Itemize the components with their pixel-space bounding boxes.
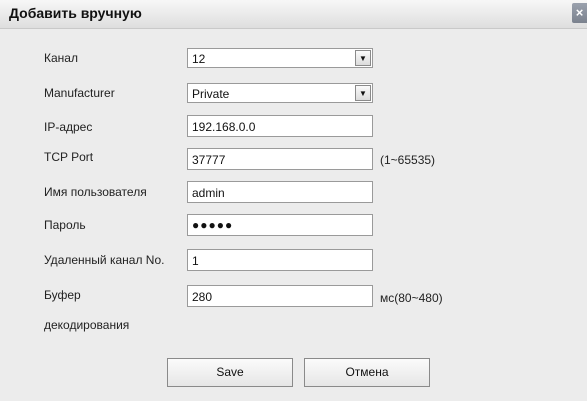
channel-select[interactable]: 12 ▼	[187, 48, 373, 68]
dialog-title: Добавить вручную	[9, 5, 142, 21]
channel-label: Канал	[44, 51, 78, 65]
password-field[interactable]: ●●●●●	[187, 214, 373, 236]
tcp-port-field[interactable]: 37777	[187, 148, 373, 170]
close-icon[interactable]: ×	[572, 3, 587, 23]
password-label: Пароль	[44, 218, 86, 232]
buffer-label-continued: декодирования	[44, 318, 130, 332]
chevron-down-icon[interactable]: ▼	[355, 85, 371, 101]
ip-field[interactable]: 192.168.0.0	[187, 115, 373, 137]
username-label: Имя пользователя	[44, 185, 147, 199]
cancel-button[interactable]: Отмена	[304, 358, 430, 387]
dialog-titlebar: Добавить вручную ×	[0, 0, 587, 29]
ip-label: IP-адрес	[44, 120, 93, 134]
save-button[interactable]: Save	[167, 358, 293, 387]
manufacturer-select-value: Private	[192, 87, 230, 101]
remote-channel-label: Удаленный канал No.	[44, 253, 165, 267]
manufacturer-select[interactable]: Private ▼	[187, 83, 373, 103]
tcp-port-range-hint: (1~65535)	[380, 153, 436, 167]
remote-channel-field[interactable]: 1	[187, 249, 373, 271]
buffer-field[interactable]: 280	[187, 285, 373, 307]
buffer-label: Буфер	[44, 288, 81, 302]
channel-select-value: 12	[192, 52, 206, 66]
tcp-port-label: TCP Port	[44, 150, 94, 164]
add-device-dialog: Добавить вручную × Канал 12 ▼ Manufactur…	[0, 0, 587, 401]
buffer-range-hint: мс(80~480)	[380, 291, 443, 305]
username-field[interactable]: admin	[187, 181, 373, 203]
manufacturer-label: Manufacturer	[44, 86, 115, 100]
chevron-down-icon[interactable]: ▼	[355, 50, 371, 66]
